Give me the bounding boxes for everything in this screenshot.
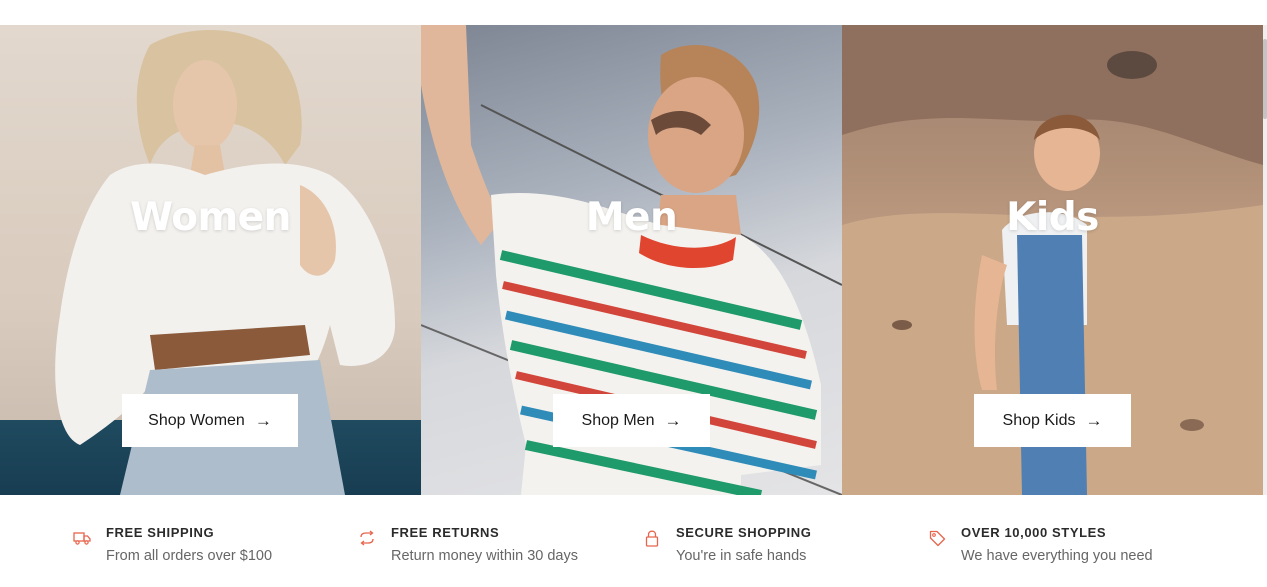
arrow-right-icon: → (1085, 411, 1103, 430)
feature-free-returns: FREE RETURNS Return money within 30 days (357, 525, 578, 564)
feature-description: You're in safe hands (676, 548, 807, 564)
category-panel-kids[interactable]: Kids Shop Kids → (842, 25, 1263, 495)
category-panel-men[interactable]: Men Shop Men → (421, 25, 842, 495)
shop-women-button[interactable]: Shop Women → (122, 394, 298, 447)
truck-icon (72, 528, 92, 548)
feature-styles: OVER 10,000 STYLES We have everything yo… (927, 525, 1153, 564)
men-title: Men (585, 195, 678, 240)
feature-description: From all orders over $100 (106, 548, 273, 564)
feature-description: Return money within 30 days (391, 548, 578, 564)
shop-men-label: Shop Men (581, 411, 655, 429)
women-title: Women (130, 195, 291, 240)
category-banners: Women Shop Women → Men Shop Men → Kids S… (0, 25, 1263, 495)
shop-kids-button[interactable]: Shop Kids → (974, 394, 1131, 447)
shop-men-button[interactable]: Shop Men → (553, 394, 710, 447)
top-strip (0, 0, 1267, 25)
feature-description: We have everything you need (961, 548, 1153, 564)
category-panel-women[interactable]: Women Shop Women → (0, 25, 421, 495)
tag-icon (927, 528, 947, 548)
feature-title: FREE RETURNS (391, 525, 500, 540)
shop-kids-label: Shop Kids (1002, 411, 1076, 429)
arrow-right-icon: → (664, 411, 682, 430)
arrow-right-icon: → (254, 411, 272, 430)
scrollbar-thumb[interactable] (1263, 39, 1267, 119)
returns-icon (357, 528, 377, 548)
feature-free-shipping: FREE SHIPPING From all orders over $100 (72, 525, 272, 564)
feature-title: FREE SHIPPING (106, 525, 215, 540)
feature-title: OVER 10,000 STYLES (961, 525, 1107, 540)
lock-icon (642, 528, 662, 548)
feature-title: SECURE SHOPPING (676, 525, 812, 540)
vertical-scrollbar[interactable] (1263, 25, 1267, 495)
shop-women-label: Shop Women (148, 411, 245, 429)
features-bar: FREE SHIPPING From all orders over $100 … (0, 495, 1267, 587)
feature-secure-shopping: SECURE SHOPPING You're in safe hands (642, 525, 811, 564)
kids-title: Kids (1006, 195, 1099, 240)
